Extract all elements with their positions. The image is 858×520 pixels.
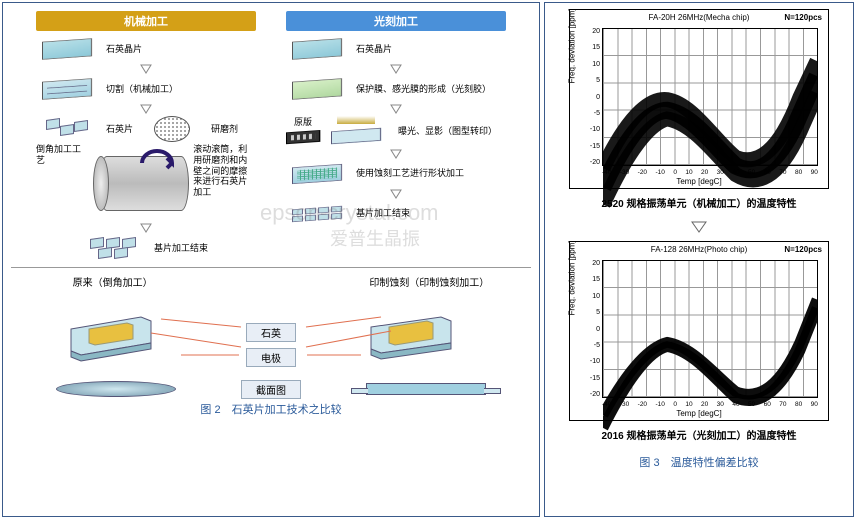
mech-step2: 切割（机械加工） xyxy=(106,84,178,95)
cut-wafer-icon xyxy=(42,78,92,99)
bevel-column-title: 原来（倒角加工） xyxy=(28,274,198,289)
figure-2-caption: 图 2 石英片加工技术之比较 xyxy=(3,401,539,417)
photolitho-flow: 光刻加工 石英晶片 保护膜、感光膜的形成（光刻胶） 原版 曝光、显影（图型转印）… xyxy=(286,11,506,263)
down-arrow-icon xyxy=(36,64,256,74)
quartz-chips-icon xyxy=(42,119,92,139)
quartz-wafer-icon xyxy=(292,38,342,59)
etched-wafer-icon xyxy=(292,164,342,184)
chart1-ylabel: Freq. deviation [ppm] xyxy=(568,8,577,83)
cross-section-label: 截面图 xyxy=(241,380,301,399)
chart1-xticks: -40-30-20-100102030405060708090 xyxy=(602,169,818,176)
chart2-curves xyxy=(603,261,817,475)
chart2-n: N=120pcs xyxy=(784,245,822,254)
tumbling-drum-icon xyxy=(89,148,188,218)
mech-title: 机械加工 xyxy=(36,11,256,31)
mech-step3a: 石英片 xyxy=(106,124,133,135)
quartz-wafer-icon xyxy=(42,38,92,59)
chart1-xlabel: Temp [degC] xyxy=(570,177,828,186)
mask-label: 原版 xyxy=(286,117,320,128)
photo-step3: 曝光、显影（图型转印） xyxy=(398,126,497,137)
etch-column-title: 印制蚀刻（印制蚀刻加工） xyxy=(344,274,514,289)
photo-step1: 石英晶片 xyxy=(356,44,392,55)
diced-chips-icon xyxy=(292,206,342,222)
chart2-yticks: 20151050-5-10-15-20 xyxy=(586,260,600,398)
down-arrow-icon xyxy=(286,189,506,199)
bevel-desc: 滚动滚筒，利用研磨剂和内壁之间的摩擦来进行石英片加工 xyxy=(193,144,256,198)
electrode-label: 电极 xyxy=(246,348,296,367)
photo-step5: 基片加工结束 xyxy=(356,208,410,219)
photo-step4: 使用蚀刻工艺进行形状加工 xyxy=(356,168,464,179)
chart1-n: N=120pcs xyxy=(784,13,822,22)
down-arrow-icon xyxy=(36,104,256,114)
finished-chips-icon xyxy=(90,238,140,258)
mech-step1: 石英晶片 xyxy=(106,44,142,55)
figure-3-panel: FA-20H 26MHz(Mecha chip) N=120pcs Freq. … xyxy=(544,2,854,517)
etch-cross-section-icon xyxy=(366,383,486,395)
resist-wafer-icon xyxy=(292,78,342,99)
photo-step2: 保护膜、感光膜的形成（光刻胶） xyxy=(356,84,491,95)
bevel-cross-section-icon xyxy=(56,381,176,397)
chart-photolitho: FA-128 26MHz(Photo chip) N=120pcs Freq. … xyxy=(569,241,829,421)
quartz-label: 石英 xyxy=(246,323,296,342)
abrasive-icon xyxy=(154,116,190,142)
bevel-label: 倒角加工工艺 xyxy=(36,144,83,166)
chart2-xlabel: Temp [degC] xyxy=(570,409,828,418)
chart2-ylabel: Freq. deviation [ppm] xyxy=(568,240,577,315)
figure-2-panel: 机械加工 石英晶片 切割（机械加工） 石英片 研磨剂 倒角加工工艺 滚动滚筒，利… xyxy=(2,2,540,517)
down-arrow-icon xyxy=(286,64,506,74)
down-arrow-icon xyxy=(286,149,506,159)
chart-mechanical: FA-20H 26MHz(Mecha chip) N=120pcs Freq. … xyxy=(569,9,829,189)
chart1-curves xyxy=(603,29,817,243)
mechanical-flow: 机械加工 石英晶片 切割（机械加工） 石英片 研磨剂 倒角加工工艺 滚动滚筒，利… xyxy=(36,11,256,263)
down-arrow-icon xyxy=(286,104,506,114)
comparison-section: 原来（倒角加工） 印制蚀刻（印制蚀刻加工） 石英 电极 xyxy=(11,267,531,363)
mech-step5: 基片加工结束 xyxy=(154,243,208,254)
mech-step3b: 研磨剂 xyxy=(211,124,238,135)
photo-title: 光刻加工 xyxy=(286,11,506,31)
exposure-icon xyxy=(331,116,387,146)
chart2-xticks: -40-30-20-100102030405060708090 xyxy=(602,401,818,408)
chart1-yticks: 20151050-5-10-15-20 xyxy=(586,28,600,166)
down-arrow-icon xyxy=(36,223,256,233)
photomask-icon xyxy=(286,130,320,144)
